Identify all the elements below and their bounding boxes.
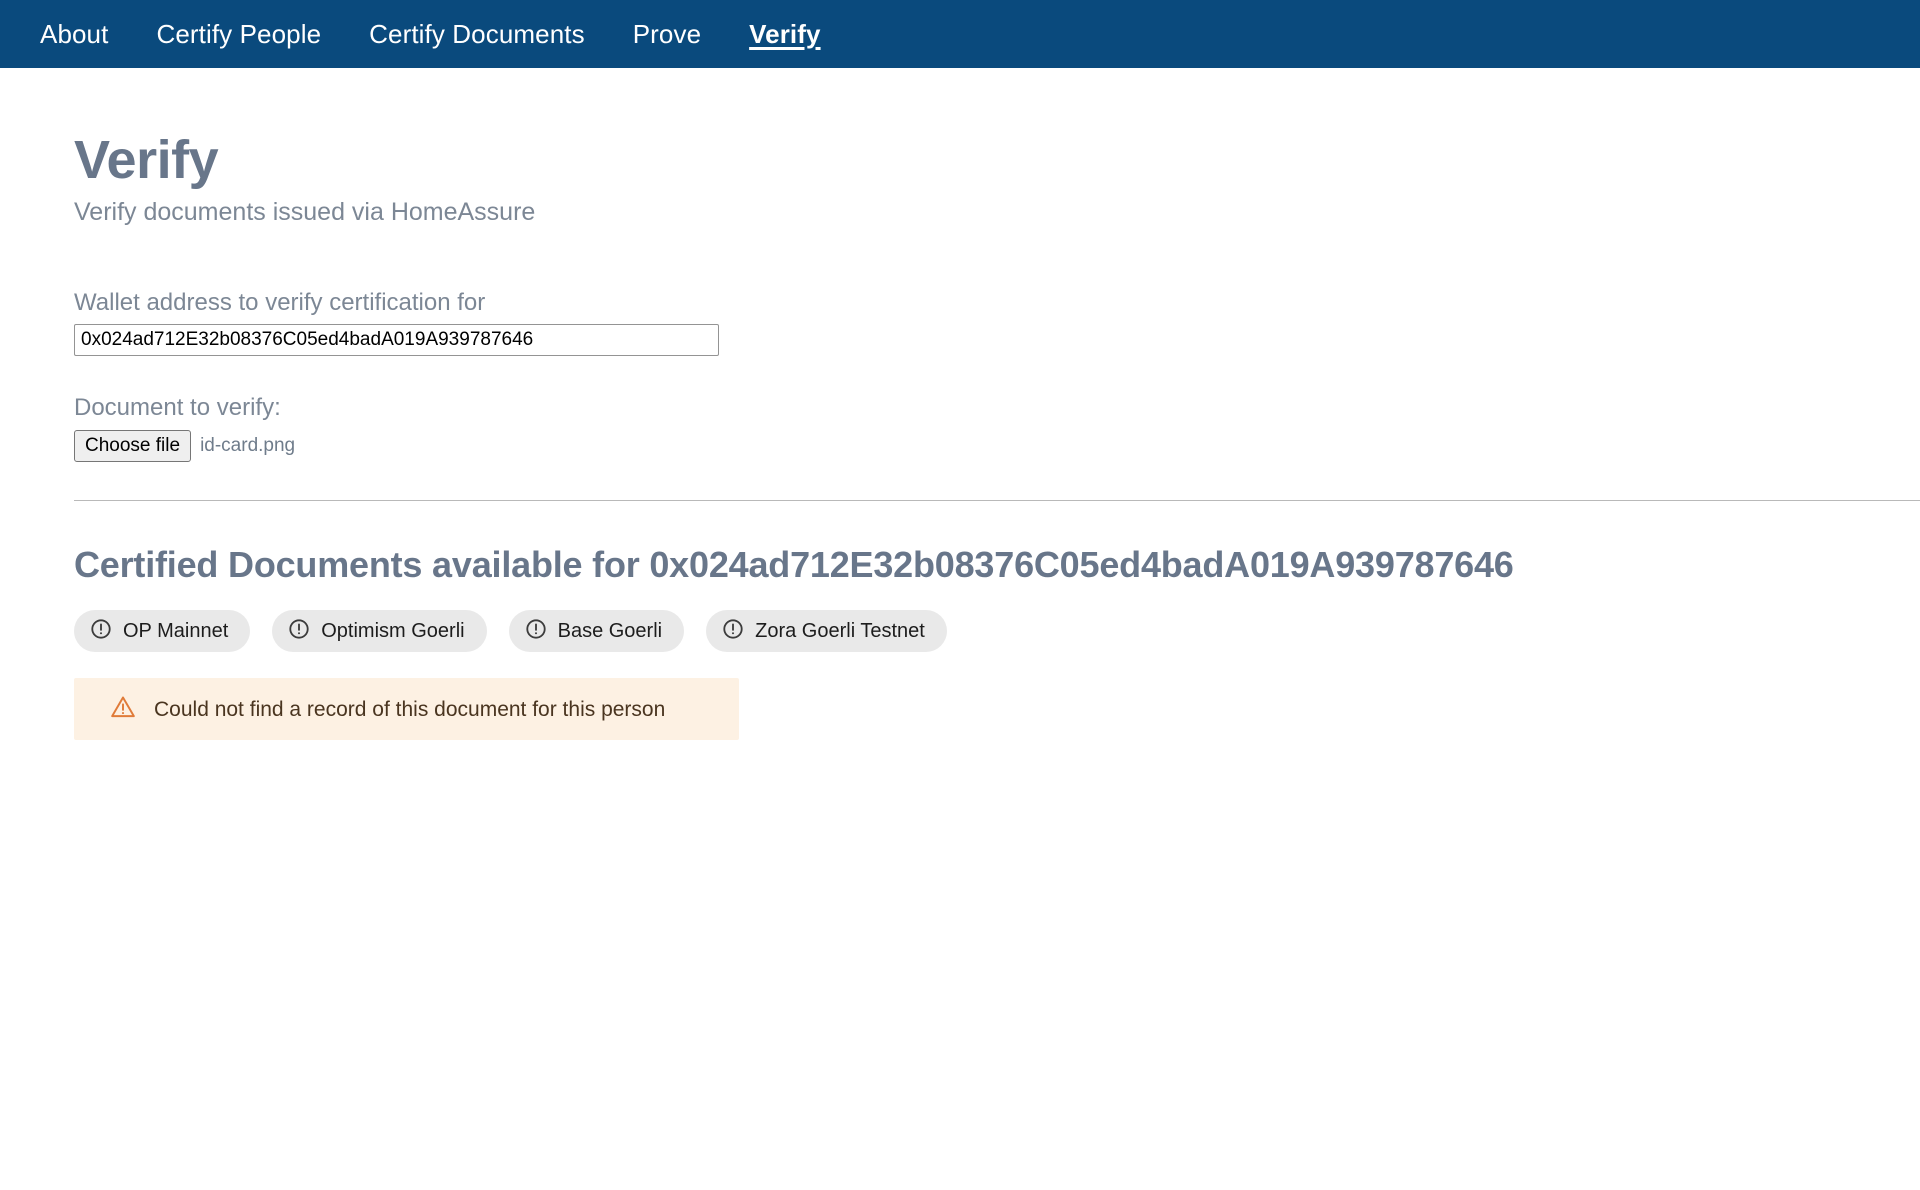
- main-navigation: About Certify People Certify Documents P…: [0, 0, 1920, 68]
- network-chip-optimism-goerli[interactable]: Optimism Goerli: [272, 610, 487, 653]
- results-section: Certified Documents available for 0x024a…: [0, 543, 1920, 741]
- network-chip-zora-goerli-testnet[interactable]: Zora Goerli Testnet: [706, 610, 947, 653]
- alert-message: Could not find a record of this document…: [154, 697, 666, 721]
- exclamation-circle-icon: [722, 618, 744, 645]
- nav-item-about[interactable]: About: [16, 0, 132, 68]
- choose-file-button[interactable]: Choose file: [74, 430, 192, 463]
- exclamation-circle-icon: [288, 618, 310, 645]
- nav-item-prove[interactable]: Prove: [609, 0, 725, 68]
- network-chip-label: Zora Goerli Testnet: [755, 619, 925, 642]
- nav-item-certify-people[interactable]: Certify People: [132, 0, 345, 68]
- page-subtitle: Verify documents issued via HomeAssure: [74, 197, 536, 226]
- not-found-alert: Could not find a record of this document…: [74, 678, 739, 741]
- results-heading: Certified Documents available for 0x024a…: [74, 544, 1514, 586]
- section-divider: [74, 500, 1920, 502]
- wallet-address-label: Wallet address to verify certification f…: [74, 288, 486, 316]
- network-chip-op-mainnet[interactable]: OP Mainnet: [74, 610, 251, 653]
- file-input-row: Choose file id-card.png: [74, 430, 1880, 463]
- exclamation-circle-icon: [90, 618, 112, 645]
- warning-triangle-icon: [110, 694, 136, 725]
- document-field-group: Document to verify: Choose file id-card.…: [74, 394, 1880, 463]
- document-to-verify-label: Document to verify:: [74, 394, 281, 422]
- network-chip-label: OP Mainnet: [123, 619, 229, 642]
- selected-file-name: id-card.png: [200, 435, 296, 457]
- network-chip-label: Optimism Goerli: [321, 619, 465, 642]
- page-title: Verify: [74, 130, 219, 190]
- wallet-address-input[interactable]: [74, 324, 719, 357]
- nav-item-verify[interactable]: Verify: [725, 0, 844, 68]
- network-chips-list: OP Mainnet Optimism Goerli Base Goerli Z…: [74, 610, 1880, 653]
- page-content: Verify Verify documents issued via HomeA…: [0, 68, 1920, 741]
- page-header-section: Verify Verify documents issued via HomeA…: [0, 68, 1920, 463]
- nav-item-certify-documents[interactable]: Certify Documents: [345, 0, 609, 68]
- wallet-address-field-group: Wallet address to verify certification f…: [74, 289, 1880, 357]
- network-chip-base-goerli[interactable]: Base Goerli: [508, 610, 685, 653]
- exclamation-circle-icon: [525, 618, 547, 645]
- network-chip-label: Base Goerli: [557, 619, 663, 642]
